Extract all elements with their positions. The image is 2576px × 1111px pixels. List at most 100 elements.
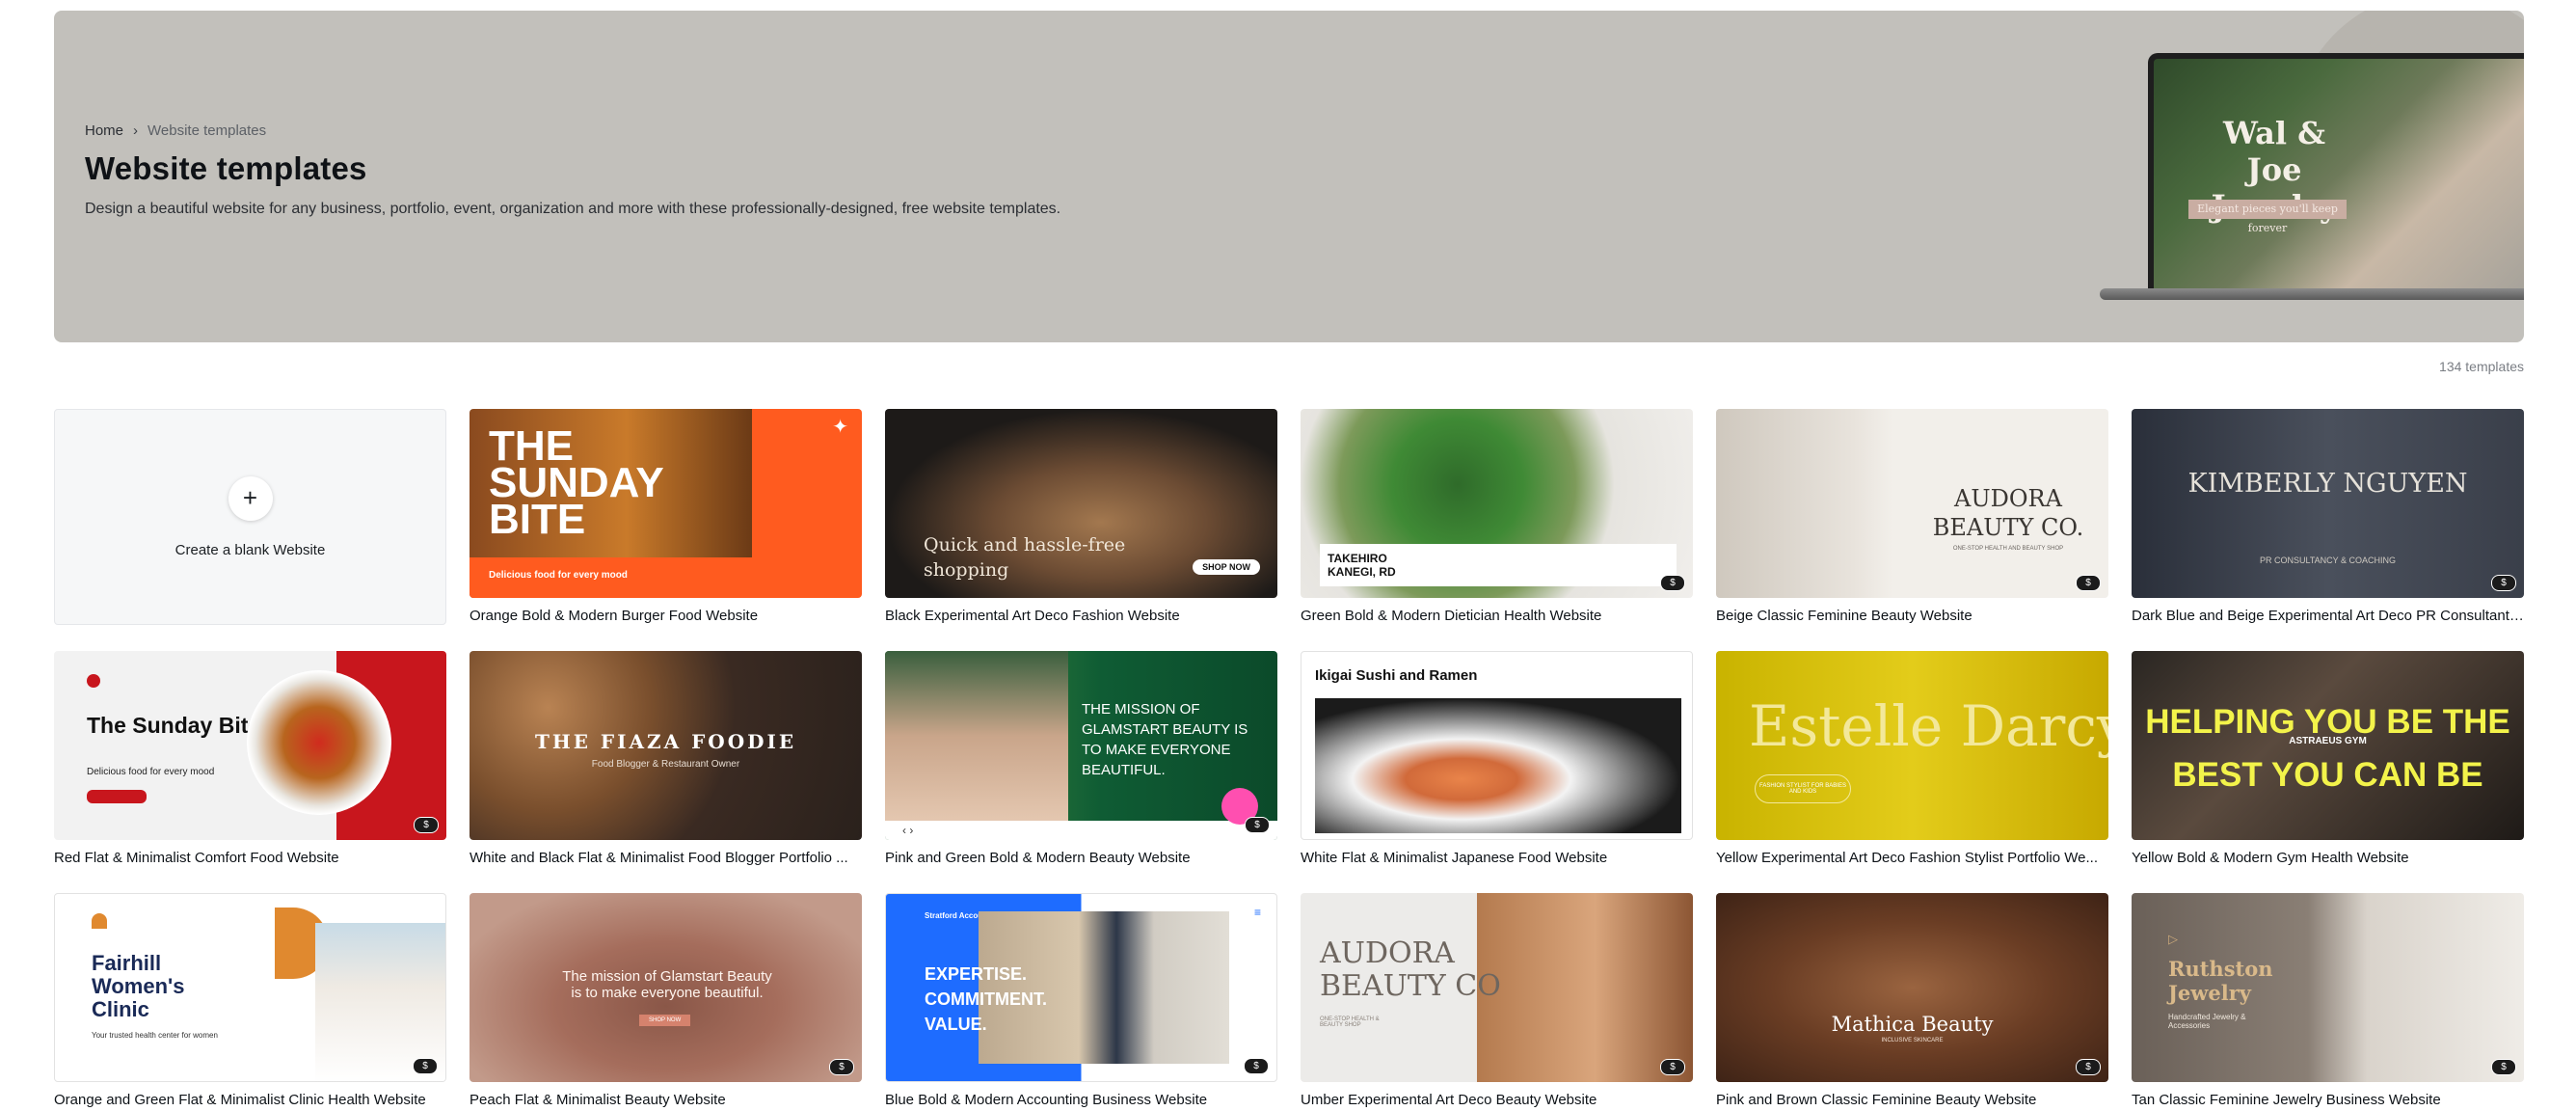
template-card[interactable]: TAKEHIRO KANEGI, RD $ Green Bold & Moder…: [1301, 409, 1693, 624]
breadcrumb-home-link[interactable]: Home: [85, 122, 123, 139]
thumb-button: SHOP NOW: [1193, 559, 1260, 575]
slider-arrows[interactable]: ‹ ›: [902, 824, 913, 837]
thumb-title: THE SUNDAY BITE: [489, 422, 663, 543]
thumb-button: SHOP NOW: [639, 1015, 691, 1026]
template-title[interactable]: Pink and Green Bold & Modern Beauty Webs…: [885, 850, 1277, 866]
template-title[interactable]: Yellow Experimental Art Deco Fashion Sty…: [1716, 850, 2108, 866]
template-thumbnail[interactable]: THE MISSION OF GLAMSTART BEAUTY IS TO MA…: [885, 651, 1277, 840]
template-card[interactable]: HELPING YOU BE THE BEST YOU CAN BE ASTRA…: [2132, 651, 2524, 866]
thumb-title: AUDORA BEAUTY CO.: [1932, 485, 2084, 541]
food-photo: [1315, 698, 1681, 833]
template-card[interactable]: Mathica Beauty INCLUSIVE SKINCARE $ Pink…: [1716, 893, 2108, 1108]
template-title[interactable]: Pink and Brown Classic Feminine Beauty W…: [1716, 1092, 2108, 1108]
model-photo: [885, 651, 1068, 821]
logo-icon: [92, 913, 107, 929]
template-thumbnail[interactable]: AUDORA BEAUTY CO. ONE-STOP HEALTH AND BE…: [1716, 409, 2108, 598]
template-thumbnail[interactable]: The Sunday Bite Delicious food for every…: [54, 651, 446, 840]
thumb-sub: Your trusted health center for women: [92, 1031, 218, 1040]
thumb-sub: ASTRAEUS GYM: [2289, 736, 2367, 746]
thumb-button: [87, 790, 147, 803]
template-card[interactable]: THE FIAZA FOODIE Food Blogger & Restaura…: [470, 651, 862, 866]
create-blank-card[interactable]: + Create a blank Website: [54, 409, 446, 625]
thumb-title: Estelle Darcy: [1749, 693, 2108, 759]
thumb-sub: Food Blogger & Restaurant Owner: [591, 759, 740, 770]
paid-badge: $: [1660, 1059, 1685, 1075]
thumb-title: HELPING YOU BE THE BEST YOU CAN BE: [2145, 703, 2510, 794]
breadcrumb: Home › Website templates: [85, 122, 1060, 139]
template-thumbnail[interactable]: THE FIAZA FOODIE Food Blogger & Restaura…: [470, 651, 862, 840]
template-thumbnail[interactable]: AUDORA BEAUTY CO ONE-STOP HEALTH & BEAUT…: [1301, 893, 1693, 1082]
template-thumbnail[interactable]: THE SUNDAY BITE Delicious food for every…: [470, 409, 862, 598]
hero-content: Home › Website templates Website templat…: [85, 122, 1060, 218]
thumb-title: Fairhill Women's Clinic: [92, 951, 185, 1021]
chevron-right-icon: ›: [133, 122, 139, 139]
template-title[interactable]: Dark Blue and Beige Experimental Art Dec…: [2132, 608, 2524, 624]
template-title[interactable]: White Flat & Minimalist Japanese Food We…: [1301, 850, 1693, 866]
template-card[interactable]: THE MISSION OF GLAMSTART BEAUTY IS TO MA…: [885, 651, 1277, 866]
paid-badge: $: [829, 1059, 854, 1075]
template-title[interactable]: Umber Experimental Art Deco Beauty Websi…: [1301, 1092, 1693, 1108]
thumb-sub: ONE-STOP HEALTH AND BEAUTY SHOP: [1952, 546, 2064, 552]
template-thumbnail[interactable]: Mathica Beauty INCLUSIVE SKINCARE $: [1716, 893, 2108, 1082]
template-thumbnail[interactable]: TAKEHIRO KANEGI, RD $: [1301, 409, 1693, 598]
template-title[interactable]: Beige Classic Feminine Beauty Website: [1716, 608, 2108, 624]
menu-icon[interactable]: ≡: [1254, 906, 1261, 919]
template-title[interactable]: Peach Flat & Minimalist Beauty Website: [470, 1092, 862, 1108]
template-thumbnail[interactable]: KIMBERLY NGUYEN PR CONSULTANCY & COACHIN…: [2132, 409, 2524, 598]
template-card[interactable]: The mission of Glamstart Beauty is to ma…: [470, 893, 862, 1108]
template-title[interactable]: Yellow Bold & Modern Gym Health Website: [2132, 850, 2524, 866]
thumb-title: EXPERTISE. COMMITMENT. VALUE.: [925, 964, 1047, 1034]
template-thumbnail[interactable]: Fairhill Women's Clinic Your trusted hea…: [54, 893, 446, 1082]
paid-badge: $: [1660, 575, 1685, 591]
template-count: 134 templates: [2439, 359, 2524, 374]
laptop-screen: Wal & Joe Jewelry Elegant pieces you'll …: [2148, 53, 2524, 296]
template-title[interactable]: Red Flat & Minimalist Comfort Food Websi…: [54, 850, 446, 866]
thumb-title: Ruthston Jewelry: [2168, 957, 2273, 1005]
plus-icon: +: [228, 475, 273, 521]
thumb-title: Ikigai Sushi and Ramen: [1315, 667, 1478, 684]
template-card[interactable]: Estelle Darcy FASHION STYLIST FOR BABIES…: [1716, 651, 2108, 866]
template-card[interactable]: Quick and hassle-free shopping SHOP NOW …: [885, 409, 1277, 624]
template-card[interactable]: Stratford Accounting EXPERTISE. COMMITME…: [885, 893, 1277, 1108]
template-thumbnail[interactable]: The mission of Glamstart Beauty is to ma…: [470, 893, 862, 1082]
template-card[interactable]: KIMBERLY NGUYEN PR CONSULTANCY & COACHIN…: [2132, 409, 2524, 624]
thumb-strip: [885, 821, 1277, 840]
template-title[interactable]: Black Experimental Art Deco Fashion Webs…: [885, 608, 1277, 624]
template-thumbnail[interactable]: ▷ Ruthston Jewelry Handcrafted Jewelry &…: [2132, 893, 2524, 1082]
template-title[interactable]: Blue Bold & Modern Accounting Business W…: [885, 1092, 1277, 1108]
template-card[interactable]: THE SUNDAY BITE Delicious food for every…: [470, 409, 862, 624]
template-thumbnail[interactable]: Ikigai Sushi and Ramen: [1301, 651, 1693, 840]
template-title[interactable]: Tan Classic Feminine Jewelry Business We…: [2132, 1092, 2524, 1108]
create-blank-button[interactable]: + Create a blank Website: [54, 409, 446, 625]
template-card[interactable]: ▷ Ruthston Jewelry Handcrafted Jewelry &…: [2132, 893, 2524, 1108]
template-title[interactable]: White and Black Flat & Minimalist Food B…: [470, 850, 862, 866]
template-card[interactable]: The Sunday Bite Delicious food for every…: [54, 651, 446, 866]
template-card[interactable]: Ikigai Sushi and Ramen White Flat & Mini…: [1301, 651, 1693, 866]
paid-badge: $: [413, 1058, 438, 1074]
template-title[interactable]: Orange Bold & Modern Burger Food Website: [470, 608, 862, 624]
paid-badge: $: [2076, 575, 2101, 591]
breadcrumb-current: Website templates: [148, 122, 267, 139]
sparkle-icon: ✦: [832, 417, 848, 438]
paid-badge: $: [2491, 575, 2516, 591]
plate-image: [247, 670, 391, 815]
page-title: Website templates: [85, 150, 367, 186]
paid-badge: $: [2491, 1059, 2516, 1075]
template-card[interactable]: AUDORA BEAUTY CO ONE-STOP HEALTH & BEAUT…: [1301, 893, 1693, 1108]
template-thumbnail[interactable]: Stratford Accounting EXPERTISE. COMMITME…: [885, 893, 1277, 1082]
thumb-title: Mathica Beauty: [1831, 1013, 1994, 1036]
logo-dot-icon: [87, 674, 100, 688]
template-title[interactable]: Green Bold & Modern Dietician Health Web…: [1301, 608, 1693, 624]
thumb-title: KIMBERLY NGUYEN: [2187, 469, 2468, 499]
page-description: Design a beautiful website for any busin…: [85, 201, 1061, 217]
thumb-sub: Delicious food for every mood: [87, 767, 215, 777]
template-card[interactable]: Fairhill Women's Clinic Your trusted hea…: [54, 893, 446, 1108]
template-thumbnail[interactable]: Estelle Darcy FASHION STYLIST FOR BABIES…: [1716, 651, 2108, 840]
template-thumbnail[interactable]: Quick and hassle-free shopping SHOP NOW: [885, 409, 1277, 598]
template-card[interactable]: AUDORA BEAUTY CO. ONE-STOP HEALTH AND BE…: [1716, 409, 2108, 624]
template-thumbnail[interactable]: HELPING YOU BE THE BEST YOU CAN BE ASTRA…: [2132, 651, 2524, 840]
laptop-showcase-image: Wal & Joe Jewelry Elegant pieces you'll …: [2080, 11, 2524, 342]
thumb-title: THE FIAZA FOODIE: [534, 730, 797, 753]
laptop-base: [2100, 288, 2524, 300]
template-title[interactable]: Orange and Green Flat & Minimalist Clini…: [54, 1092, 446, 1108]
